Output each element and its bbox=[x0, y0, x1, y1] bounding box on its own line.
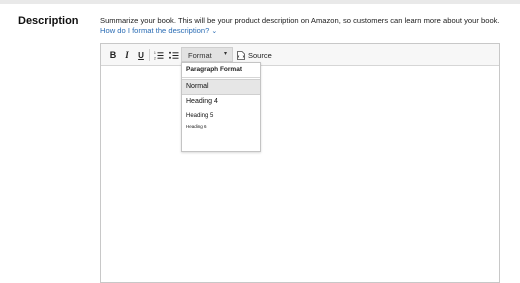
format-label: Format bbox=[188, 51, 212, 60]
top-divider bbox=[0, 0, 520, 4]
italic-button[interactable]: I bbox=[123, 49, 131, 61]
field-help: Summarize your book. This will be your p… bbox=[100, 16, 510, 37]
numbered-list-button[interactable]: 1 2 bbox=[154, 49, 164, 61]
numbered-list-icon: 1 2 bbox=[154, 51, 164, 60]
source-button[interactable]: Source bbox=[237, 49, 272, 61]
format-option-heading-5[interactable]: Heading 5 bbox=[182, 110, 260, 122]
underline-button[interactable]: U bbox=[137, 49, 145, 61]
dropdown-header: Paragraph Format bbox=[182, 63, 260, 78]
rich-text-editor[interactable]: B I U 1 2 Format ▾ Source bbox=[100, 43, 500, 283]
svg-text:1: 1 bbox=[154, 51, 156, 55]
bold-button[interactable]: B bbox=[109, 49, 117, 61]
format-option-heading-6[interactable]: Heading 6 bbox=[182, 122, 260, 132]
help-text: Summarize your book. This will be your p… bbox=[100, 16, 500, 25]
format-option-normal[interactable]: Normal bbox=[182, 79, 260, 95]
chevron-down-icon[interactable]: ⌄ bbox=[211, 28, 217, 35]
field-label: Description bbox=[18, 15, 79, 27]
editor-toolbar: B I U 1 2 Format ▾ Source bbox=[101, 44, 499, 66]
chevron-down-icon: ▾ bbox=[223, 51, 227, 57]
svg-text:2: 2 bbox=[154, 56, 156, 59]
source-label: Source bbox=[248, 50, 272, 60]
help-link[interactable]: How do I format the description? bbox=[100, 26, 209, 35]
bulleted-list-button[interactable] bbox=[169, 49, 179, 61]
toolbar-separator bbox=[149, 49, 150, 61]
bulleted-list-icon bbox=[169, 51, 179, 59]
source-icon bbox=[237, 50, 245, 60]
format-dropdown-menu: Paragraph Format Normal Heading 4 Headin… bbox=[181, 62, 261, 152]
format-option-heading-4[interactable]: Heading 4 bbox=[182, 95, 260, 109]
format-dropdown-button[interactable]: Format ▾ bbox=[181, 47, 233, 62]
